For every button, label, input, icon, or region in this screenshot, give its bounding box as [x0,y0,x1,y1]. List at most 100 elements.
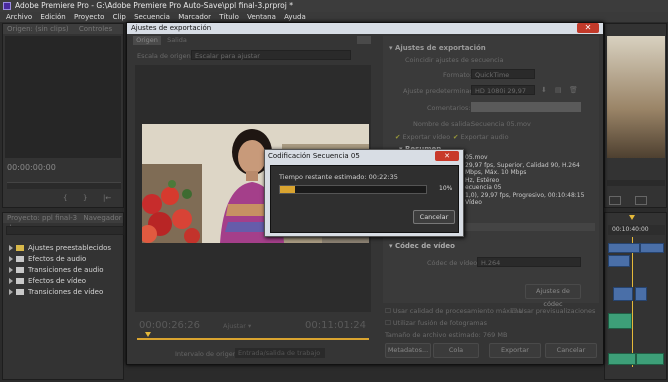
delete-preset-icon[interactable]: 🗑 [569,86,578,94]
tab-export-output[interactable]: Salida [163,36,191,45]
folder-star-icon [16,245,24,251]
expand-icon[interactable] [9,256,13,262]
preset-label: Ajuste predeterminado: [403,87,480,95]
encoding-cancel-button[interactable]: Cancelar [413,210,455,224]
effects-panel: Proyecto: ppl final-3 Navegador de Ajust… [2,212,124,380]
menu-ayuda[interactable]: Ayuda [284,13,306,21]
encoding-progress-bar [279,185,427,194]
output-name-link[interactable]: Secuencia 05.mov [471,120,531,128]
tab-export-source[interactable]: Origen [133,36,161,45]
expand-icon[interactable] [9,278,13,284]
fit-select[interactable]: Ajustar ▾ [223,322,251,330]
metadata-button[interactable]: Metadatos... [385,343,431,358]
effects-item-audio-effects[interactable]: Efectos de audio [9,254,86,264]
premiere-app-icon [3,2,11,10]
tab-effect-controls[interactable]: Controles [79,25,112,33]
folder-icon [16,256,24,262]
frame-blending-checkbox[interactable]: ☐ Utilizar fusión de fotogramas [385,319,487,327]
source-range-select[interactable]: Entrada/salida de trabajo [235,348,325,358]
folder-icon [16,289,24,295]
menu-marcador[interactable]: Marcador [178,13,211,21]
expand-icon[interactable] [9,267,13,273]
time-remaining-text: Tiempo restante estimado: 00:22:35 [279,173,398,181]
format-label: Formato: [443,71,473,79]
menu-ventana[interactable]: Ventana [247,13,276,21]
timeline-ruler[interactable]: 00:10:40:00 [608,225,665,235]
step-forward-icon[interactable]: } [83,194,87,202]
playhead-line [632,237,633,367]
source-scaling-select[interactable]: Escalar para ajustar [191,50,351,60]
export-source-tabs: Origen Salida [133,36,373,45]
step-back-icon[interactable]: { [63,194,67,202]
effects-item-video-effects[interactable]: Efectos de vídeo [9,276,86,286]
effects-item-video-transitions[interactable]: Transiciones de vídeo [9,287,103,297]
queue-button[interactable]: Cola [433,343,479,358]
codec-settings-button[interactable]: Ajustes de códec [525,284,581,308]
use-previews-checkbox[interactable]: ☐ Usar previsualizaciones [511,307,595,315]
source-monitor-tabs: Origen: (sin clips) Controles [3,24,123,34]
menu-archivo[interactable]: Archivo [6,13,32,21]
export-close-button[interactable]: ✕ [577,23,599,33]
crop-icon[interactable] [357,36,371,44]
export-button[interactable]: Exportar [489,343,541,358]
video-clip[interactable] [613,287,633,301]
program-monitor-viewer [607,36,665,158]
audio-clip[interactable] [608,313,632,329]
effects-search-input[interactable] [6,226,124,235]
source-monitor-panel: Origen: (sin clips) Controles 00:00:00:0… [2,23,124,208]
encoding-close-button[interactable]: ✕ [435,151,459,161]
video-clip[interactable] [640,243,664,253]
audio-clip[interactable] [636,353,664,365]
video-clip[interactable] [608,255,630,267]
comments-label: Comentarios: [427,104,471,112]
effects-item-audio-transitions[interactable]: Transiciones de audio [9,265,104,275]
source-time-ruler[interactable] [7,182,121,189]
tab-project[interactable]: Proyecto: ppl final-3 [7,214,77,222]
menu-proyecto[interactable]: Proyecto [74,13,104,21]
effects-item-presets[interactable]: Ajustes preestablecidos [9,243,111,253]
checkmark-icon: ✔ [453,133,459,141]
safe-margins-icon[interactable] [635,196,647,205]
program-monitor-panel [604,23,667,208]
video-clip[interactable] [635,287,647,301]
program-time-ruler[interactable] [607,180,665,186]
playhead-icon[interactable] [629,215,635,220]
expand-icon[interactable] [9,289,13,295]
tab-source[interactable]: Origen: (sin clips) [7,25,69,33]
export-frame-icon[interactable] [609,196,621,205]
output-name-label: Nombre de salida: [413,120,473,128]
encoding-dialog-body: Tiempo restante estimado: 00:22:35 10% C… [270,165,459,233]
video-codec-select[interactable]: H.264 [477,257,581,267]
export-dialog-title: Ajustes de exportación [127,23,603,34]
export-playhead-icon[interactable] [145,332,151,337]
video-clip[interactable] [608,243,640,253]
export-settings-heading: ▾ Ajustes de exportación [389,44,486,52]
audio-clip[interactable] [608,353,636,365]
summary-text: 05.mov 29,97 fps, Superior, Calidad 90, … [465,154,585,206]
menu-clip[interactable]: Clip [113,13,126,21]
expand-icon[interactable] [9,245,13,251]
source-timecode: 00:00:00:00 [7,163,56,172]
go-to-in-icon[interactable]: |← [103,194,111,202]
menu-secuencia[interactable]: Secuencia [134,13,170,21]
format-select[interactable]: QuickTime [471,69,535,79]
match-sequence-checkbox[interactable]: Coincidir ajustes de secuencia [405,56,504,64]
encoding-progress-fill [280,186,295,193]
save-preset-icon[interactable]: ⬇ [541,86,547,94]
preset-select[interactable]: HD 1080i 29,97 ... [471,85,535,105]
export-timecode-start: 00:00:26:26 [139,320,201,331]
max-render-quality-checkbox[interactable]: ☐ Usar calidad de procesamiento máxima [385,307,522,315]
export-video-checkbox[interactable]: ✔ Exportar vídeo [395,133,450,141]
source-transport-controls: { } |← [53,194,113,203]
comments-input[interactable] [471,102,581,112]
cancel-export-button[interactable]: Cancelar [545,343,597,358]
menu-titulo[interactable]: Título [219,13,239,21]
checkmark-icon: ✔ [395,133,401,141]
import-preset-icon[interactable]: ▤ [555,86,562,94]
menu-edicion[interactable]: Edición [40,13,65,21]
source-range-label: Intervalo de origen: [175,350,240,358]
encoding-percent: 10% [439,185,453,192]
export-audio-checkbox[interactable]: ✔ Exportar audio [453,133,509,141]
source-scaling-label: Escala de origen: [137,52,193,60]
export-work-area-bar[interactable] [137,338,369,340]
